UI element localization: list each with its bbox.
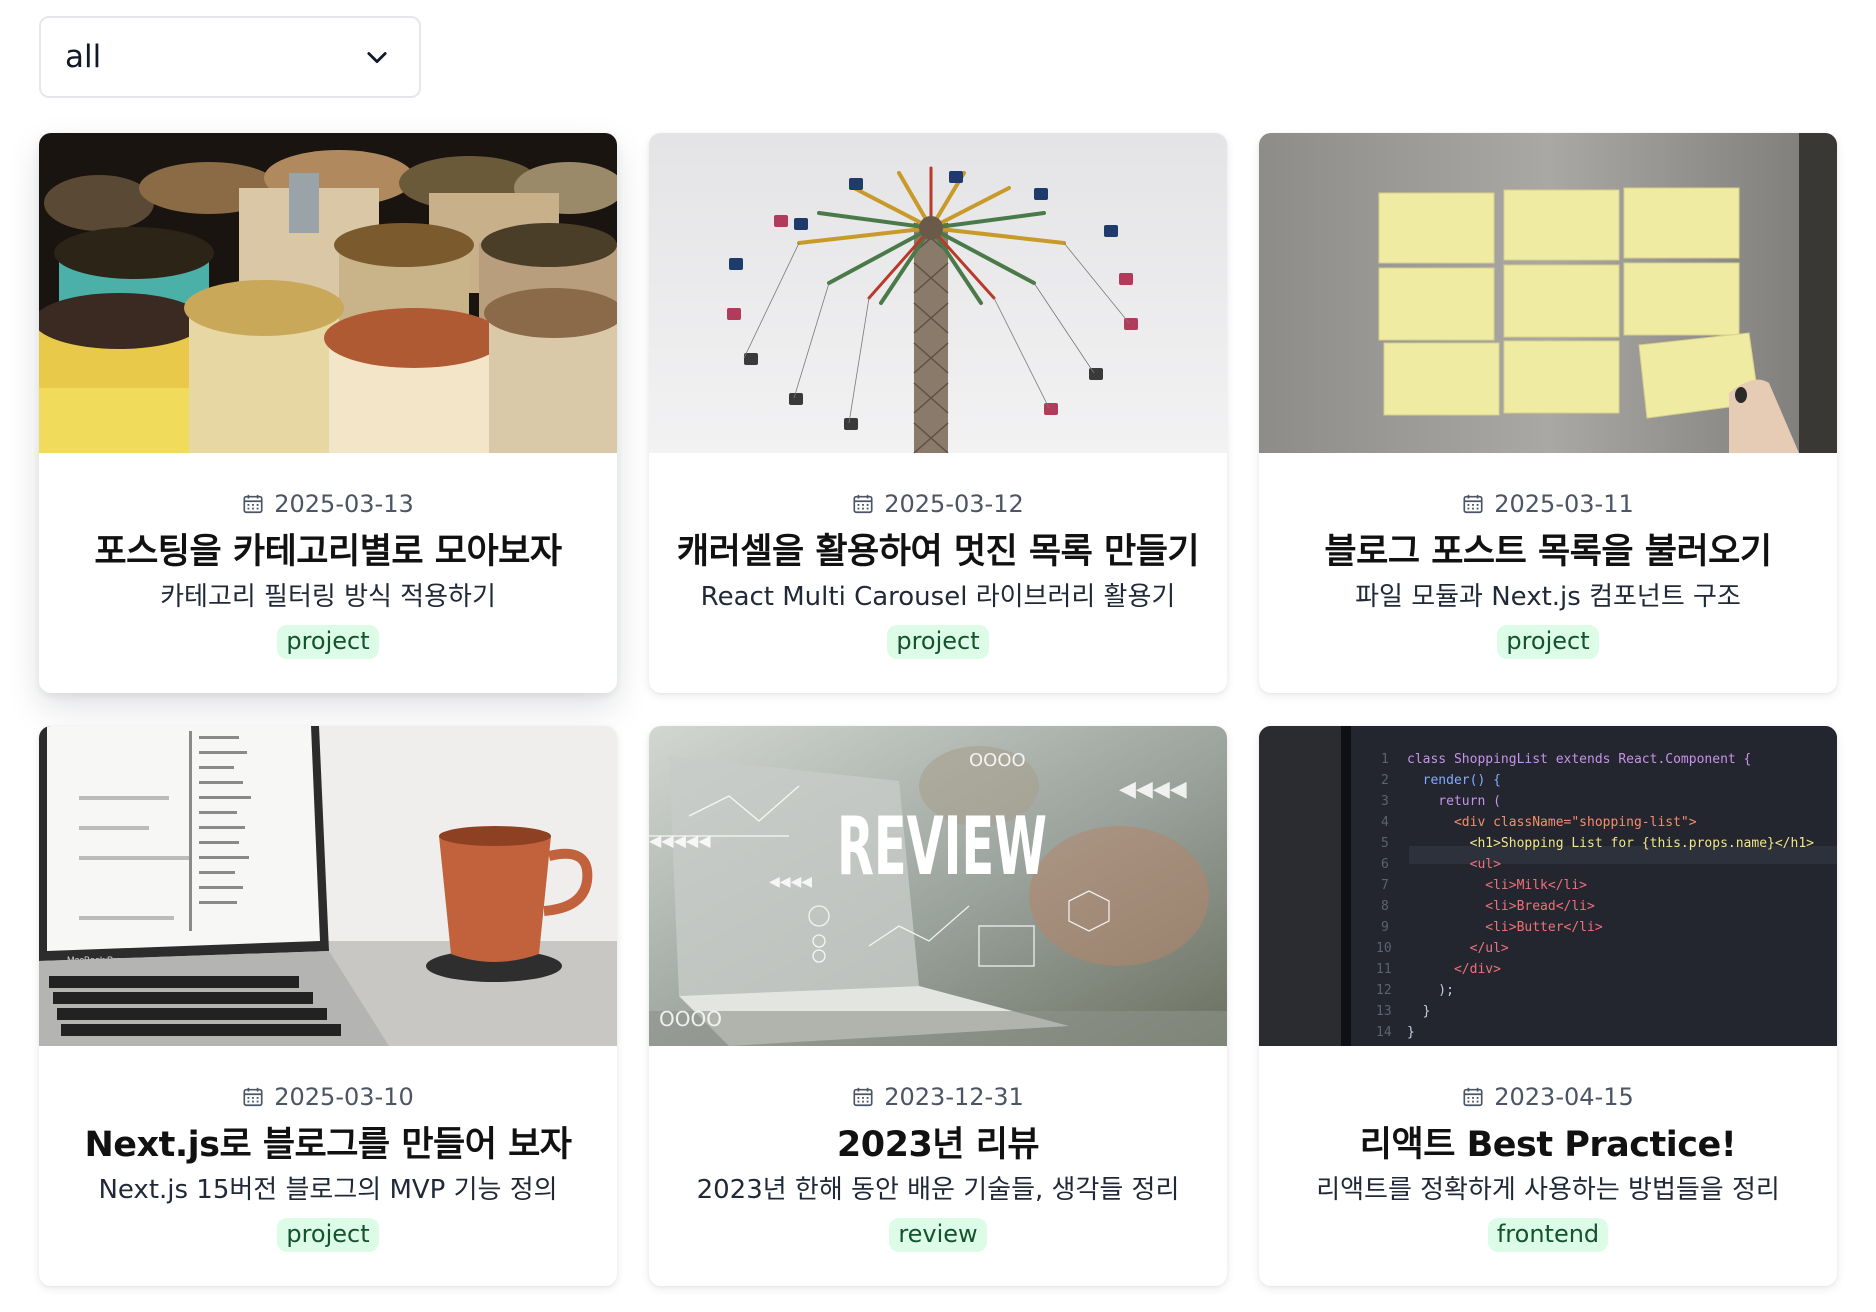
post-card[interactable]: 2025-03-13 포스팅을 카테고리별로 모아보자 카테고리 필터링 방식 …	[39, 133, 617, 693]
calendar-icon	[243, 494, 263, 514]
post-thumbnail	[1259, 133, 1837, 453]
post-date: 2025-03-10	[274, 1083, 414, 1111]
post-date: 2025-03-11	[1494, 490, 1634, 518]
post-grid: 2025-03-13 포스팅을 카테고리별로 모아보자 카테고리 필터링 방식 …	[39, 133, 1837, 1286]
svg-text:◀◀◀◀◀: ◀◀◀◀◀	[649, 831, 711, 850]
code-line: }	[1407, 1004, 1430, 1019]
post-tag: project	[277, 625, 379, 659]
code-line: <li>Bread</li>	[1407, 899, 1595, 914]
calendar-icon	[243, 1087, 263, 1107]
svg-text:14: 14	[1376, 1025, 1392, 1040]
post-card[interactable]: OOOO OOOO ◀◀◀◀ ◀◀◀◀◀ ◀◀◀◀ REVIEW 2023-12…	[649, 726, 1227, 1286]
calendar-icon	[1463, 1087, 1483, 1107]
calendar-icon	[1463, 494, 1483, 514]
post-tag: frontend	[1487, 1218, 1609, 1252]
post-date: 2023-04-15	[1494, 1083, 1634, 1111]
post-tag: review	[889, 1218, 987, 1252]
post-thumbnail	[39, 133, 617, 453]
post-card-body: 2025-03-12 캐러셀을 활용하여 멋진 목록 만들기 React Mul…	[649, 453, 1227, 693]
svg-text:6: 6	[1381, 857, 1389, 872]
post-description: React Multi Carousel 라이브러리 활용기	[700, 582, 1176, 612]
post-title: 포스팅을 카테고리별로 모아보자	[94, 532, 562, 572]
svg-text:5: 5	[1381, 836, 1389, 851]
svg-text:◀◀◀◀: ◀◀◀◀	[769, 874, 812, 890]
svg-text:OOOO: OOOO	[969, 750, 1026, 771]
code-line: }	[1407, 1025, 1415, 1040]
svg-text:1: 1	[1381, 752, 1389, 767]
code-line: );	[1407, 983, 1454, 998]
post-title: 리액트 Best Practice!	[1359, 1125, 1737, 1165]
post-card-body: 2025-03-13 포스팅을 카테고리별로 모아보자 카테고리 필터링 방식 …	[39, 453, 617, 693]
post-title: 블로그 포스트 목록을 불러오기	[1324, 532, 1772, 572]
post-thumbnail: OOOO OOOO ◀◀◀◀ ◀◀◀◀◀ ◀◀◀◀ REVIEW	[649, 726, 1227, 1046]
post-card-body: 2025-03-10 Next.js로 블로그를 만들어 보자 Next.js …	[39, 1046, 617, 1286]
post-date: 2025-03-12	[884, 490, 1024, 518]
code-line: </div>	[1407, 962, 1501, 977]
post-thumbnail: 123 456 789 10 11 12 13 14 class ShoppingLi…	[1259, 726, 1837, 1046]
post-tag: project	[1497, 625, 1599, 659]
category-select-value: all	[65, 39, 102, 75]
chevron-down-icon	[367, 52, 387, 64]
post-card-body: 2023-04-15 리액트 Best Practice! 리액트를 정확하게 …	[1259, 1046, 1837, 1286]
post-thumbnail: MacBook Pro	[39, 726, 617, 1046]
post-card[interactable]: 2025-03-11 블로그 포스트 목록을 불러오기 파일 모듈과 Next.…	[1259, 133, 1837, 693]
code-line: class ShoppingList extends React.Compone…	[1407, 752, 1751, 767]
svg-text:10: 10	[1376, 941, 1392, 956]
code-line: render() {	[1407, 773, 1501, 788]
post-date-row: 2025-03-11	[1462, 489, 1634, 519]
post-date-row: 2025-03-10	[242, 1082, 414, 1112]
calendar-icon	[853, 494, 873, 514]
post-card-body: 2025-03-11 블로그 포스트 목록을 불러오기 파일 모듈과 Next.…	[1259, 453, 1837, 693]
svg-text:OOOO: OOOO	[659, 1007, 722, 1031]
post-date-row: 2025-03-12	[852, 489, 1024, 519]
svg-text:11: 11	[1376, 962, 1392, 977]
svg-text:2: 2	[1381, 773, 1389, 788]
code-line: </ul>	[1407, 941, 1509, 956]
svg-text:◀◀◀◀: ◀◀◀◀	[1119, 777, 1187, 802]
code-line: <div className="shopping-list">	[1407, 815, 1697, 830]
post-tag: project	[277, 1218, 379, 1252]
svg-text:7: 7	[1381, 878, 1389, 893]
post-thumbnail	[649, 133, 1227, 453]
post-description: 파일 모듈과 Next.js 컴포넌트 구조	[1355, 582, 1741, 612]
svg-text:9: 9	[1381, 920, 1389, 935]
review-overlay-text: REVIEW	[837, 800, 1047, 893]
post-card[interactable]: 123 456 789 10 11 12 13 14 class ShoppingLi…	[1259, 726, 1837, 1286]
post-description: 2023년 한해 동안 배운 기술들, 생각들 정리	[696, 1175, 1180, 1205]
post-title: 2023년 리뷰	[836, 1125, 1040, 1165]
post-description: 카테고리 필터링 방식 적용하기	[160, 582, 496, 612]
post-title: Next.js로 블로그를 만들어 보자	[84, 1125, 572, 1165]
post-date: 2025-03-13	[274, 490, 414, 518]
svg-text:13: 13	[1376, 1004, 1392, 1019]
post-title: 캐러셀을 활용하여 멋진 목록 만들기	[676, 532, 1200, 572]
post-card[interactable]: 2025-03-12 캐러셀을 활용하여 멋진 목록 만들기 React Mul…	[649, 133, 1227, 693]
code-line: <h1>Shopping List for {this.props.name}<…	[1407, 836, 1814, 851]
svg-text:4: 4	[1381, 815, 1389, 830]
post-tag: project	[887, 625, 989, 659]
post-description: Next.js 15버전 블로그의 MVP 기능 정의	[98, 1175, 558, 1205]
post-card[interactable]: MacBook Pro	[39, 726, 617, 1286]
code-line: <ul>	[1407, 857, 1501, 872]
code-line: return (	[1407, 794, 1501, 809]
svg-text:12: 12	[1376, 983, 1392, 998]
post-card-body: 2023-12-31 2023년 리뷰 2023년 한해 동안 배운 기술들, …	[649, 1046, 1227, 1286]
code-line: <li>Milk</li>	[1407, 878, 1587, 893]
post-date-row: 2023-12-31	[852, 1082, 1024, 1112]
post-date-row: 2025-03-13	[242, 489, 414, 519]
svg-text:8: 8	[1381, 899, 1389, 914]
svg-text:3: 3	[1381, 794, 1389, 809]
code-line: <li>Butter</li>	[1407, 920, 1603, 935]
post-description: 리액트를 정확하게 사용하는 방법들을 정리	[1316, 1175, 1780, 1205]
post-date-row: 2023-04-15	[1462, 1082, 1634, 1112]
category-select[interactable]: all	[39, 16, 421, 98]
calendar-icon	[853, 1087, 873, 1107]
post-date: 2023-12-31	[884, 1083, 1024, 1111]
